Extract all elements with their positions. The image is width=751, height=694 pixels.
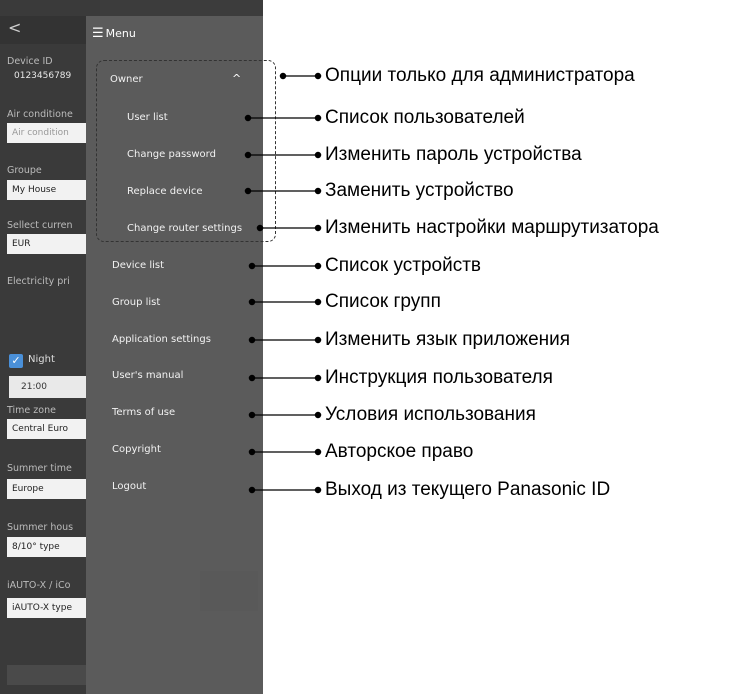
annotation-group-list: Список групп — [325, 291, 441, 312]
annotation-logout: Выход из текущего Panasonic ID — [325, 479, 611, 500]
annotation-terms-of-use: Условия использования — [325, 404, 536, 425]
annotation-replace-device: Заменить устройство — [325, 180, 514, 201]
annotation-admin-options: Опции только для администратора — [325, 65, 635, 86]
annotation-device-list: Список устройств — [325, 255, 482, 276]
annotation-app-language: Изменить язык приложения — [325, 329, 571, 350]
annotation-copyright: Авторское право — [325, 441, 474, 462]
annotation-user-list: Список пользователей — [325, 107, 525, 128]
annotation-router-settings: Изменить настройки маршрутизатора — [325, 217, 659, 238]
annotation-users-manual: Инструкция пользователя — [325, 367, 553, 388]
annotation-change-password: Изменить пароль устройства — [325, 144, 582, 165]
